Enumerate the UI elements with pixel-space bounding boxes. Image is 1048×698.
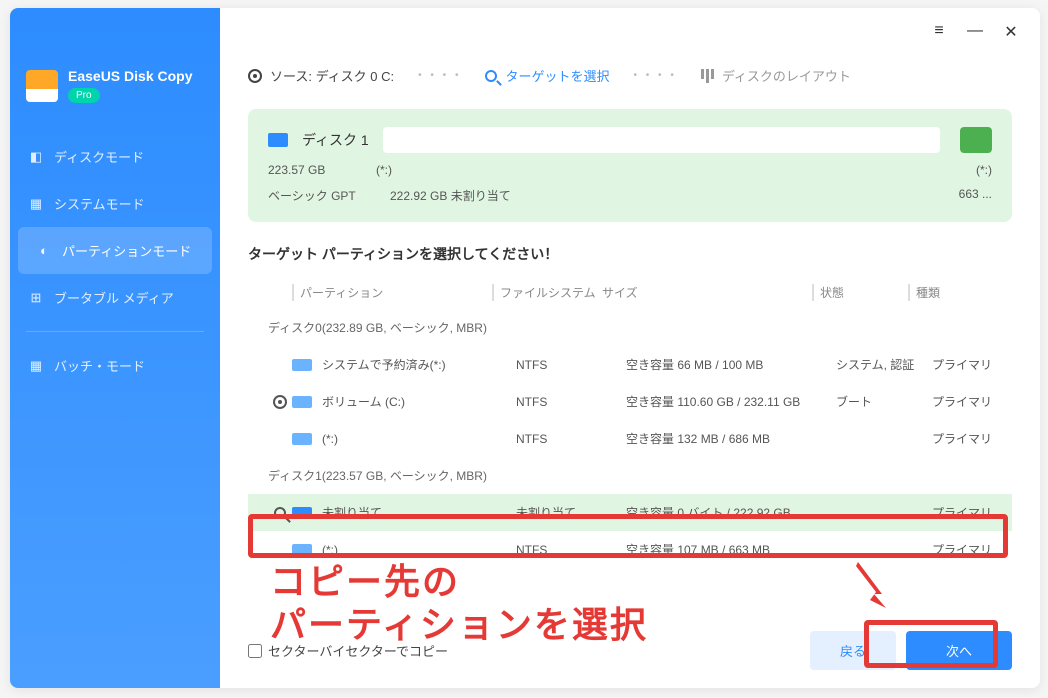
nav-disk-mode[interactable]: ◧ ディスクモード bbox=[10, 133, 220, 180]
checkbox-input[interactable] bbox=[248, 644, 262, 658]
part-fs: NTFS bbox=[516, 358, 626, 372]
disk-type: ベーシック GPT bbox=[268, 187, 362, 204]
source-marker-icon bbox=[273, 395, 287, 409]
disk-seg2-label: (*:) bbox=[942, 163, 992, 177]
partition-row[interactable]: システムで予約済み(*:) NTFS 空き容量 66 MB / 100 MB シ… bbox=[248, 346, 1012, 383]
wizard-steps: ソース: ディスク 0 C: • • • • ターゲットを選択 • • • • … bbox=[248, 26, 1012, 109]
nav-system-mode[interactable]: ▦ システムモード bbox=[10, 180, 220, 227]
step-label: ディスクのレイアウト bbox=[722, 66, 851, 85]
partition-icon bbox=[292, 396, 312, 408]
back-button[interactable]: 戻る bbox=[810, 631, 896, 670]
bottom-bar: セクターバイセクターでコピー 戻る 次へ bbox=[248, 631, 1012, 670]
disk-name: ディスク 1 bbox=[302, 130, 369, 150]
disk-size: 223.57 GB bbox=[268, 163, 362, 177]
part-size: 空き容量 107 MB / 663 MB bbox=[626, 541, 836, 558]
part-kind: プライマリ bbox=[932, 356, 1012, 373]
nav-label: バッチ・モード bbox=[54, 356, 145, 375]
partition-row[interactable]: ボリューム (C:) NTFS 空き容量 110.60 GB / 232.11 … bbox=[248, 383, 1012, 420]
pie-icon: ◐ bbox=[36, 243, 52, 259]
partition-icon bbox=[292, 544, 312, 556]
step-label: ソース: ディスク 0 C: bbox=[270, 66, 394, 85]
nav-label: システムモード bbox=[54, 194, 145, 213]
app-title: EaseUS Disk Copy bbox=[68, 68, 193, 84]
disk-seg2-value: 663 ... bbox=[942, 187, 992, 204]
part-size: 空き容量 110.60 GB / 232.11 GB bbox=[626, 393, 836, 410]
step-label: ターゲットを選択 bbox=[505, 66, 609, 85]
nav-separator bbox=[26, 331, 204, 332]
disk-seg1-value: 222.92 GB 未割り当て bbox=[390, 187, 928, 204]
part-name: システムで予約済み(*:) bbox=[322, 356, 516, 373]
partition-row-selected[interactable]: 未割り当て 未割り当て 空き容量 0 バイト / 222.92 GB プライマリ bbox=[248, 494, 1012, 531]
checkbox-label: セクターバイセクターでコピー bbox=[268, 641, 448, 660]
logo-area: EaseUS Disk Copy Pro bbox=[10, 68, 220, 133]
part-kind: プライマリ bbox=[932, 541, 1012, 558]
part-kind: プライマリ bbox=[932, 393, 1012, 410]
part-fs: NTFS bbox=[516, 395, 626, 409]
part-state: ブート bbox=[836, 393, 932, 410]
main-panel: ≡ — ✕ ソース: ディスク 0 C: • • • • ターゲットを選択 • … bbox=[220, 8, 1040, 688]
part-fs: NTFS bbox=[516, 543, 626, 557]
part-fs: NTFS bbox=[516, 432, 626, 446]
app-logo-icon bbox=[26, 70, 58, 102]
target-marker-icon bbox=[274, 507, 286, 519]
nav-bootable-media[interactable]: ⊞ ブータブル メディア bbox=[10, 274, 220, 321]
disk-group: ディスク0(232.89 GB, ベーシック, MBR) bbox=[248, 309, 1012, 346]
part-size: 空き容量 132 MB / 686 MB bbox=[626, 430, 836, 447]
step-dots: • • • • bbox=[418, 70, 461, 81]
target-icon bbox=[248, 69, 262, 83]
part-kind: プライマリ bbox=[932, 504, 1012, 521]
col-partition: パーティション bbox=[292, 284, 492, 301]
partition-row[interactable]: (*:) NTFS 空き容量 107 MB / 663 MB プライマリ bbox=[248, 531, 1012, 568]
nav-batch-mode[interactable]: ▦ バッチ・モード bbox=[10, 342, 220, 389]
step-layout[interactable]: ディスクのレイアウト bbox=[701, 66, 851, 85]
nav-label: ディスクモード bbox=[54, 147, 144, 166]
col-size: サイズ bbox=[602, 284, 812, 301]
sector-copy-checkbox[interactable]: セクターバイセクターでコピー bbox=[248, 641, 448, 660]
partition-icon bbox=[292, 433, 312, 445]
minimize-button[interactable]: — bbox=[966, 22, 984, 42]
part-name: (*:) bbox=[322, 543, 516, 557]
disk-icon bbox=[268, 133, 288, 147]
close-button[interactable]: ✕ bbox=[1002, 22, 1020, 42]
grid-icon: ▦ bbox=[28, 196, 44, 212]
step-target[interactable]: ターゲットを選択 bbox=[485, 66, 609, 85]
partition-row[interactable]: (*:) NTFS 空き容量 132 MB / 686 MB プライマリ bbox=[248, 420, 1012, 457]
col-filesystem: ファイルシステム bbox=[492, 284, 602, 301]
plus-icon: ⊞ bbox=[28, 290, 44, 306]
col-kind: 種類 bbox=[908, 284, 988, 301]
window-controls: ≡ — ✕ bbox=[930, 22, 1020, 42]
search-target-icon bbox=[485, 70, 497, 82]
pro-badge: Pro bbox=[68, 88, 100, 103]
nav-label: パーティションモード bbox=[62, 241, 191, 260]
part-name: 未割り当て bbox=[322, 504, 516, 521]
disk-group: ディスク1(223.57 GB, ベーシック, MBR) bbox=[248, 457, 1012, 494]
nav-label: ブータブル メディア bbox=[54, 288, 174, 307]
part-name: ボリューム (C:) bbox=[322, 393, 516, 410]
part-name: (*:) bbox=[322, 432, 516, 446]
disk-seg1-label: (*:) bbox=[376, 163, 436, 177]
partition-icon bbox=[292, 359, 312, 371]
disk-icon: ◧ bbox=[28, 149, 44, 165]
target-disk-summary: ディスク 1 223.57 GB (*:) (*:) ベーシック GPT 222… bbox=[248, 109, 1012, 222]
menu-icon[interactable]: ≡ bbox=[930, 22, 948, 42]
part-size: 空き容量 66 MB / 100 MB bbox=[626, 356, 836, 373]
part-state: システム, 認証 bbox=[836, 356, 932, 373]
partition-icon bbox=[292, 507, 312, 519]
instruction-text: ターゲット パーティションを選択してください！ bbox=[248, 244, 1012, 264]
next-button[interactable]: 次へ bbox=[906, 631, 1012, 670]
step-source[interactable]: ソース: ディスク 0 C: bbox=[248, 66, 394, 85]
batch-icon: ▦ bbox=[28, 358, 44, 374]
disk-usage-bar bbox=[383, 127, 940, 153]
part-fs: 未割り当て bbox=[516, 504, 626, 521]
sidebar: EaseUS Disk Copy Pro ◧ ディスクモード ▦ システムモード… bbox=[10, 8, 220, 688]
nav-partition-mode[interactable]: ◐ パーティションモード bbox=[18, 227, 212, 274]
step-dots: • • • • bbox=[633, 70, 676, 81]
disk-end-segment bbox=[960, 127, 992, 153]
part-size: 空き容量 0 バイト / 222.92 GB bbox=[626, 504, 836, 521]
layout-icon bbox=[701, 69, 714, 83]
col-state: 状態 bbox=[812, 284, 908, 301]
part-kind: プライマリ bbox=[932, 430, 1012, 447]
table-header: パーティション ファイルシステム サイズ 状態 種類 bbox=[248, 276, 1012, 309]
app-window: EaseUS Disk Copy Pro ◧ ディスクモード ▦ システムモード… bbox=[10, 8, 1040, 688]
